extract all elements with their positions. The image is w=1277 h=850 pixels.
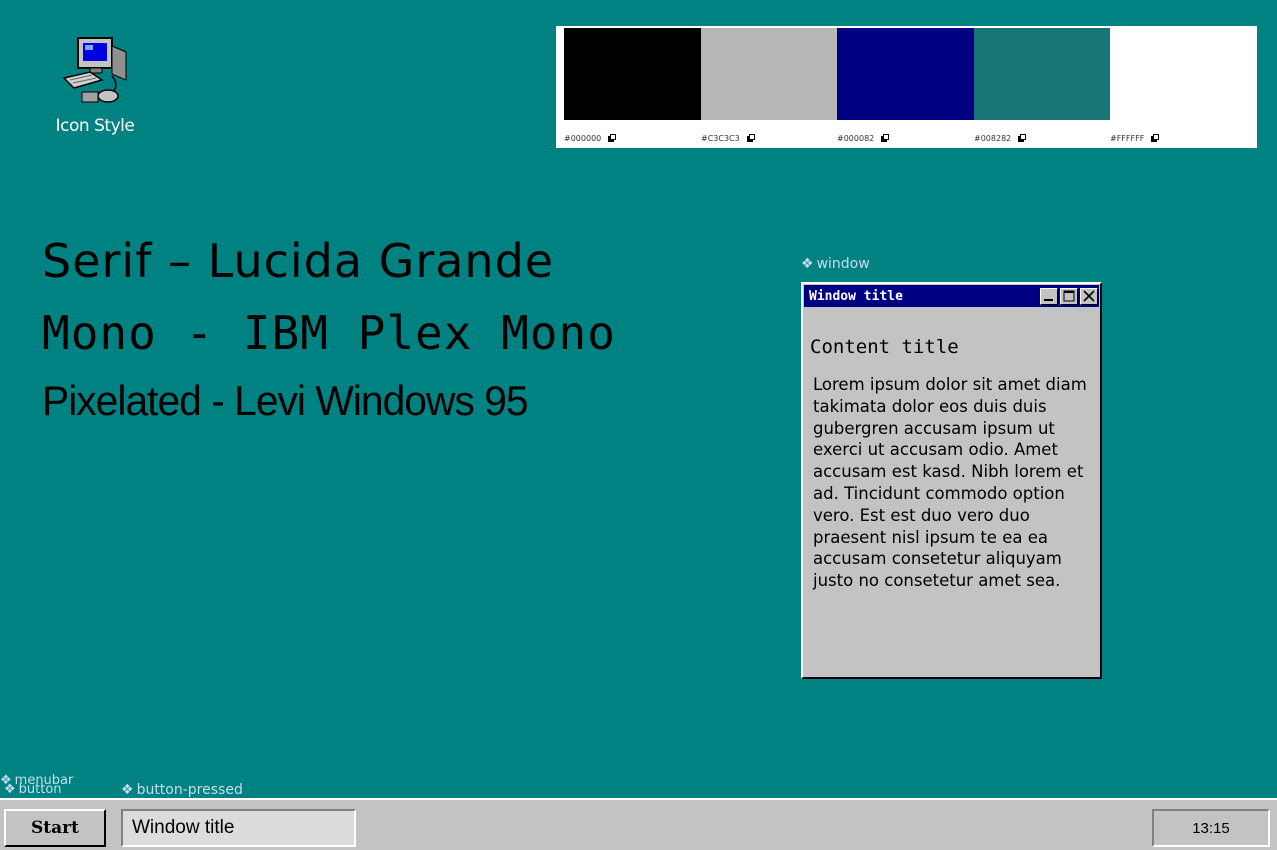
taskbar: Start Window title 13:15 (0, 798, 1277, 850)
copy-icon[interactable] (1018, 134, 1027, 143)
swatch-label: #C3C3C3 (701, 134, 756, 143)
diamond-icon: ❖ (4, 782, 16, 797)
copy-icon[interactable] (881, 134, 890, 143)
maximize-button[interactable] (1060, 287, 1078, 305)
font-sample-pixel: Pixelated - Levi Windows 95 (42, 377, 529, 424)
copy-icon[interactable] (1151, 134, 1160, 143)
title-bar-buttons (1040, 287, 1098, 305)
swatch-navy[interactable] (837, 28, 974, 120)
start-button[interactable]: Start (4, 809, 106, 847)
minimize-icon (1044, 299, 1053, 301)
window-component-label: ❖ window (801, 256, 870, 272)
button-pressed-label-text: button-pressed (136, 782, 243, 798)
swatch-teal[interactable] (974, 28, 1111, 120)
diamond-icon: ❖ (801, 256, 814, 272)
button-component-label: ❖ button (4, 782, 62, 797)
minimize-button[interactable] (1040, 287, 1058, 305)
window: Window title Content title Lorem ipsum d… (801, 282, 1102, 679)
maximize-icon (1063, 290, 1075, 302)
swatch-black[interactable] (564, 28, 701, 120)
desktop-icon-label: Icon Style (55, 116, 135, 136)
swatch-silver[interactable] (701, 28, 838, 120)
color-palette: #000000 #C3C3C3 #000082 #008282 #FFFFFF (556, 26, 1257, 148)
taskbar-clock: 13:15 (1152, 809, 1270, 847)
button-pressed-component-label: ❖ button-pressed (121, 782, 243, 798)
content-title: Content title (810, 336, 959, 358)
button-label-text: button (18, 782, 62, 797)
swatch-hex: #FFFFFF (1110, 134, 1145, 143)
desktop-icon[interactable]: Icon Style (40, 34, 150, 136)
swatch-hex: #000000 (564, 134, 602, 143)
window-label-text: window (816, 256, 870, 272)
font-sample-mono: Mono - IBM Plex Mono (42, 306, 616, 360)
swatch-label: #000082 (837, 134, 890, 143)
swatch-white[interactable] (1110, 28, 1247, 120)
taskbar-window-button[interactable]: Window title (121, 809, 356, 847)
swatch-hex: #008282 (974, 134, 1012, 143)
diamond-icon: ❖ (121, 782, 134, 798)
swatch-hex: #000082 (837, 134, 875, 143)
swatch-label: #FFFFFF (1110, 134, 1160, 143)
close-button[interactable] (1080, 287, 1098, 305)
title-bar[interactable]: Window title (804, 285, 1099, 307)
close-icon (1083, 290, 1095, 302)
content-body: Lorem ipsum dolor sit amet diam takimata… (813, 375, 1087, 591)
swatch-label: #008282 (974, 134, 1027, 143)
computer-icon (62, 37, 127, 103)
font-sample-serif: Serif – Lucida Grande (42, 234, 555, 288)
swatch-hex: #C3C3C3 (701, 134, 740, 143)
copy-icon[interactable] (746, 134, 756, 143)
window-title: Window title (809, 288, 903, 304)
swatch-label: #000000 (564, 134, 617, 143)
copy-icon[interactable] (608, 134, 617, 143)
